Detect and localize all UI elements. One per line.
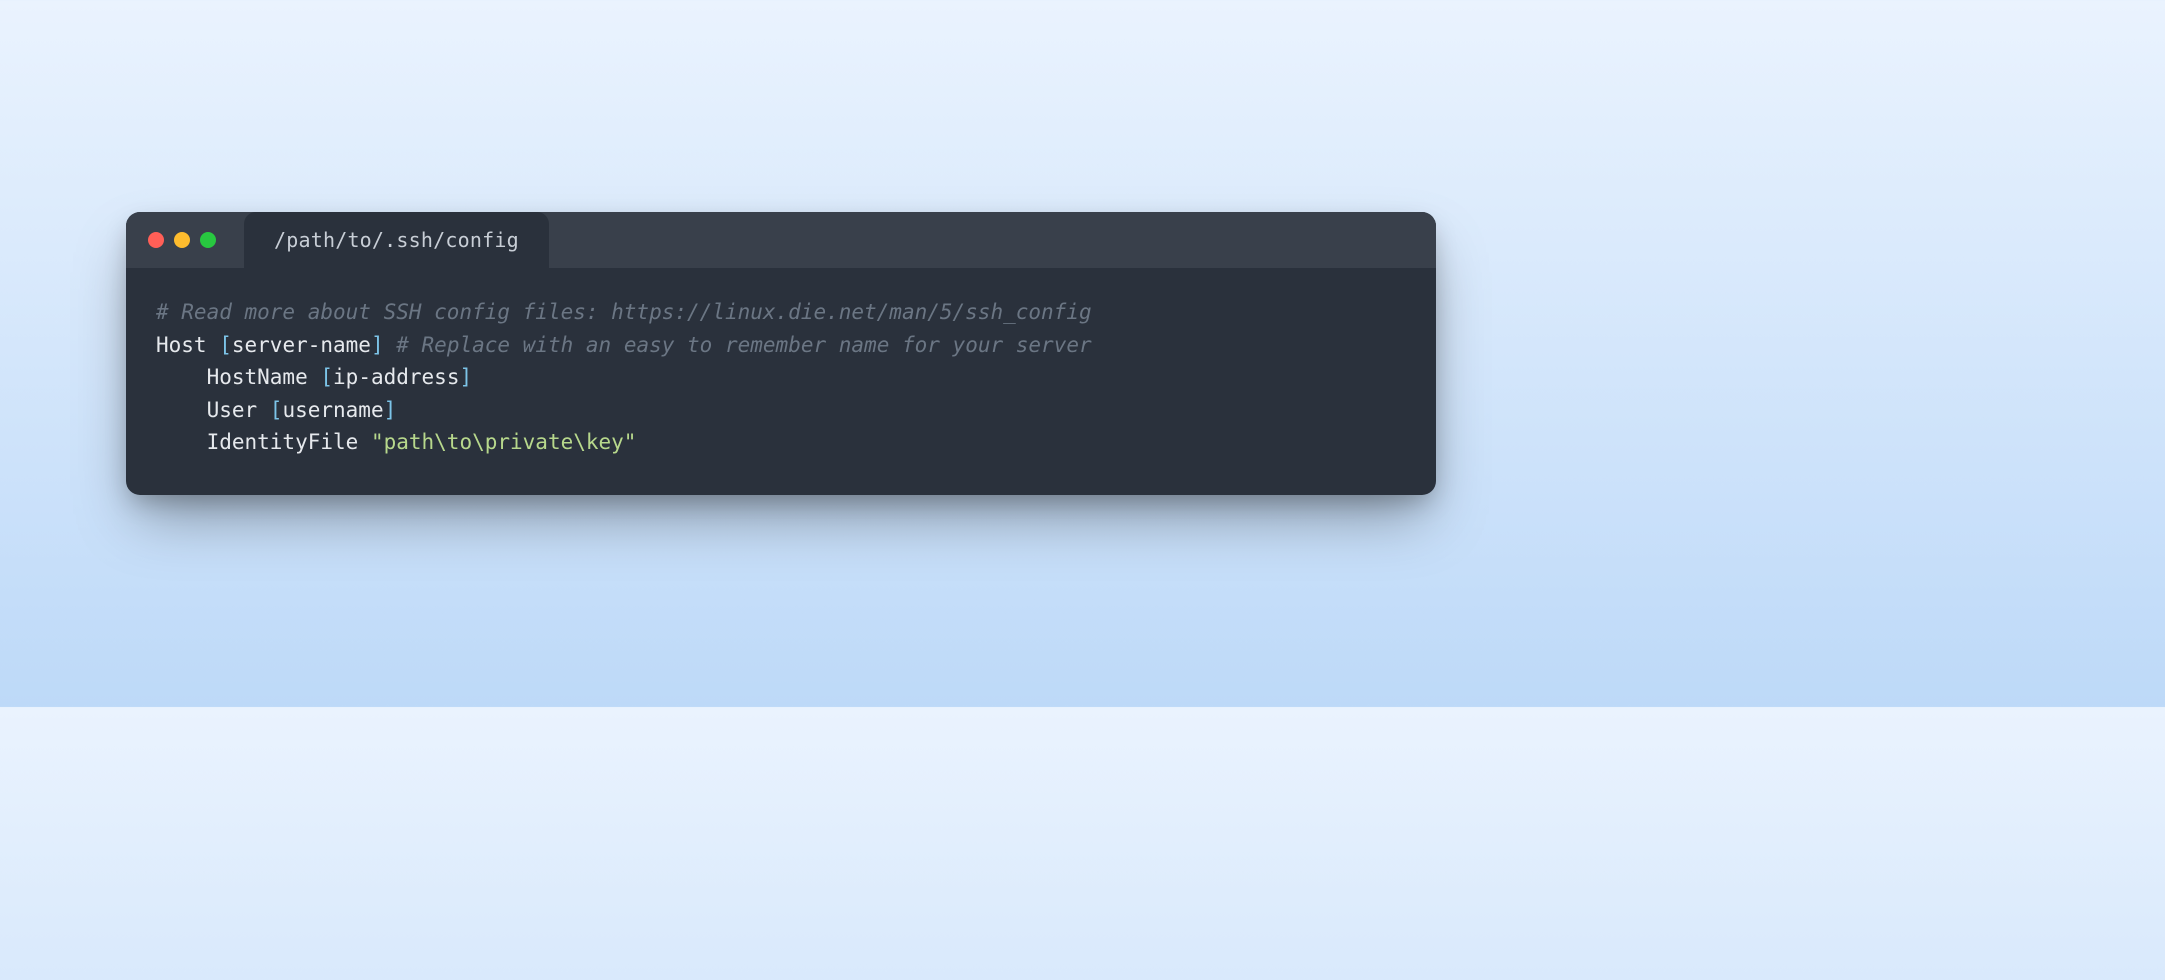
code-string: "path\to\private\key"	[371, 430, 637, 454]
code-content: # Read more about SSH config files: http…	[126, 268, 1436, 495]
maximize-icon[interactable]	[200, 232, 216, 248]
close-icon[interactable]	[148, 232, 164, 248]
minimize-icon[interactable]	[174, 232, 190, 248]
code-keyword: User	[156, 398, 270, 422]
code-placeholder: username	[282, 398, 383, 422]
file-tab[interactable]: /path/to/.ssh/config	[244, 212, 549, 268]
code-placeholder: ip-address	[333, 365, 459, 389]
titlebar: /path/to/.ssh/config	[126, 212, 1436, 268]
code-bracket: [	[219, 333, 232, 357]
code-comment: # Replace with an easy to remember name …	[384, 333, 1092, 357]
code-bracket: ]	[459, 365, 472, 389]
code-placeholder: server-name	[232, 333, 371, 357]
editor-window: /path/to/.ssh/config # Read more about S…	[126, 212, 1436, 495]
code-keyword: IdentityFile	[156, 430, 371, 454]
code-keyword: HostName	[156, 365, 320, 389]
code-keyword: Host	[156, 333, 219, 357]
code-bracket: [	[320, 365, 333, 389]
tab-title: /path/to/.ssh/config	[274, 228, 519, 252]
code-bracket: [	[270, 398, 283, 422]
code-bracket: ]	[371, 333, 384, 357]
traffic-lights	[148, 232, 216, 248]
code-bracket: ]	[384, 398, 397, 422]
code-comment: # Read more about SSH config files: http…	[156, 300, 1092, 324]
